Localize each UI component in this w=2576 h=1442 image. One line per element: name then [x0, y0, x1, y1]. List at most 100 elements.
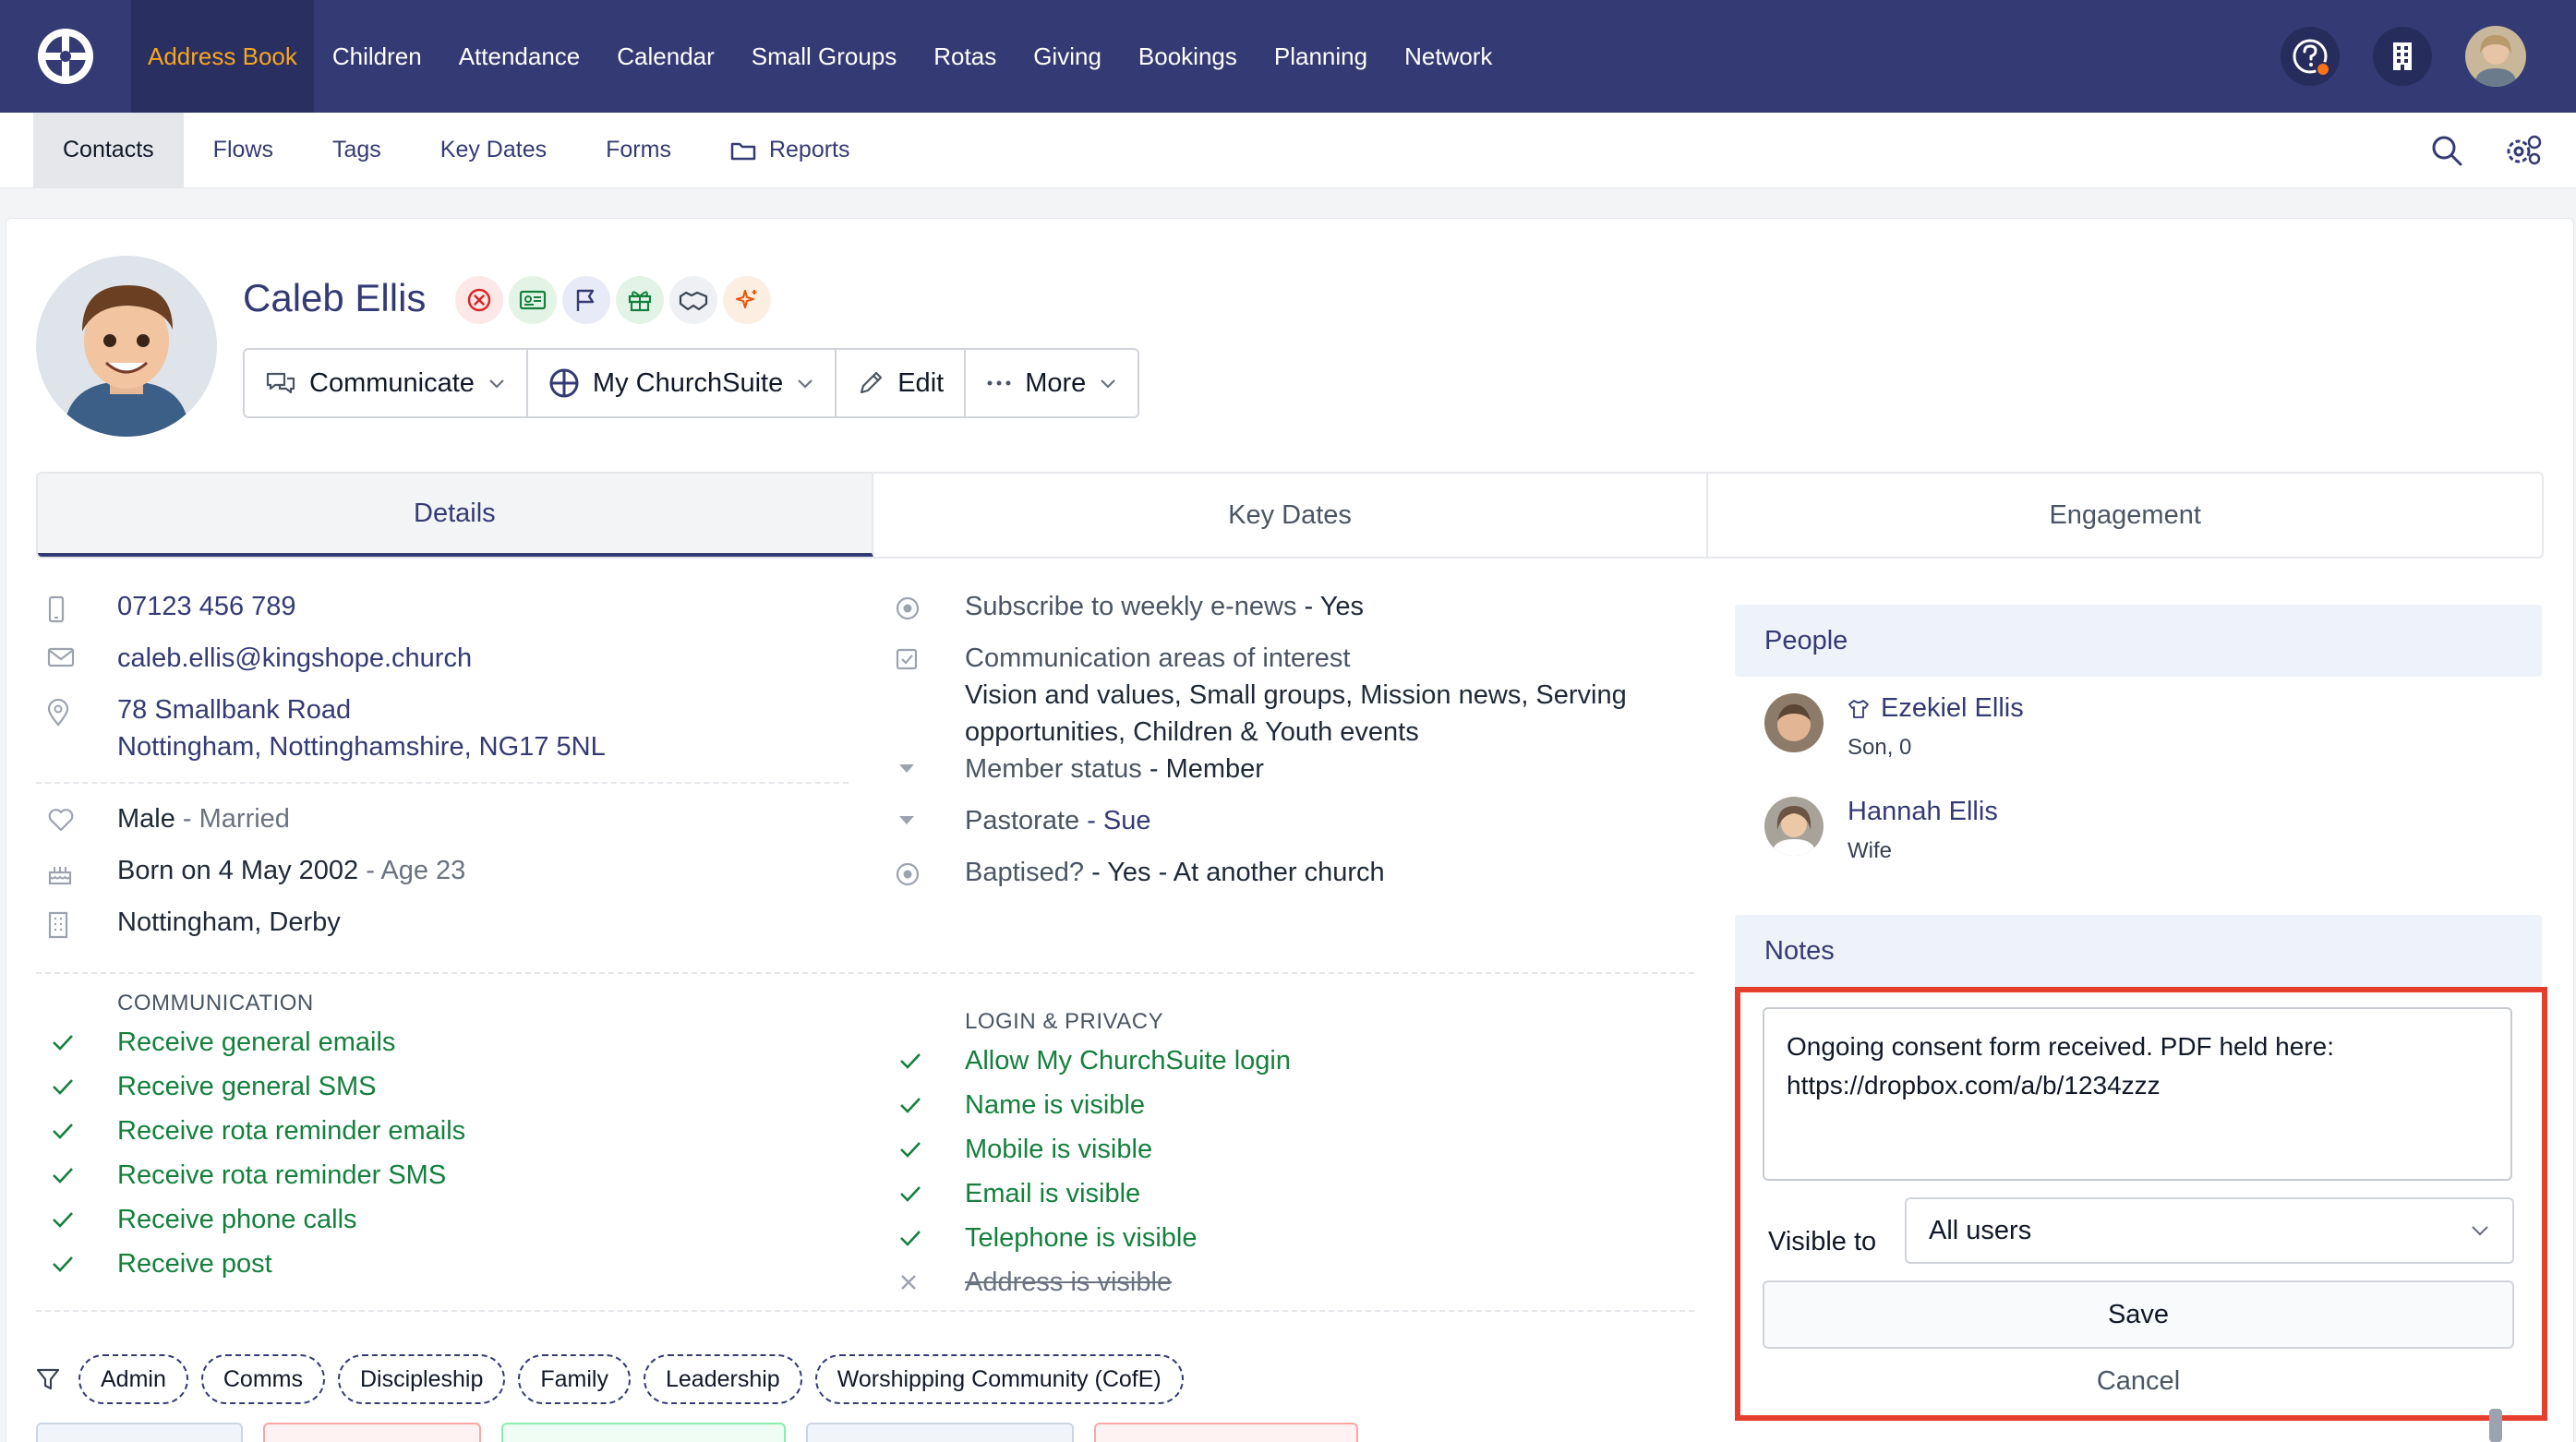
birth-row: Born on 4 May 2002 - Age 23 [36, 852, 849, 904]
divider [36, 782, 849, 784]
notes-textarea[interactable]: Ongoing consent form received. PDF held … [1763, 1007, 2512, 1181]
my-churchsuite-button[interactable]: My ChurchSuite [528, 350, 837, 416]
save-note-button[interactable]: Save [1763, 1280, 2514, 1349]
contact-photo [36, 256, 217, 437]
pastorate-value[interactable]: - Sue [1087, 802, 1150, 839]
radio-icon [884, 854, 965, 887]
nav-children[interactable]: Children [314, 0, 440, 113]
nav-giving[interactable]: Giving [1015, 0, 1120, 113]
tag-chip[interactable]: Admin [78, 1354, 188, 1404]
nav-address-book[interactable]: Address Book [131, 0, 314, 113]
tab-details[interactable]: Details [38, 474, 873, 557]
subnav-reports[interactable]: Reports [701, 113, 880, 188]
privacy-item: Mobile is visible [884, 1127, 1696, 1172]
help-icon[interactable] [2281, 27, 2340, 86]
communication-item: Receive post [36, 1242, 849, 1286]
subnav-flows[interactable]: Flows [184, 113, 303, 188]
privacy-item: Email is visible [884, 1172, 1696, 1216]
cut-off-tag[interactable] [1094, 1423, 1358, 1442]
chat-icon [266, 372, 295, 394]
nav-rotas[interactable]: Rotas [915, 0, 1015, 113]
check-icon [36, 1255, 117, 1273]
pastorate-label: Pastorate [965, 806, 1080, 835]
tag-chip[interactable]: Comms [200, 1354, 325, 1404]
handshake-icon[interactable] [669, 276, 717, 324]
subnav-forms[interactable]: Forms [576, 113, 701, 188]
cut-off-tag[interactable] [263, 1423, 481, 1442]
building-icon[interactable] [2373, 27, 2432, 86]
top-navigation: Address Book Children Attendance Calenda… [0, 0, 2576, 113]
gift-icon[interactable] [616, 276, 664, 324]
communication-item: Receive rota reminder SMS [36, 1153, 849, 1197]
age-value: - Age 23 [366, 856, 466, 885]
privacy-item-disabled: Address is visible [884, 1260, 1696, 1304]
nav-bookings[interactable]: Bookings [1120, 0, 1256, 113]
sparkle-icon[interactable] [723, 276, 771, 324]
address-block[interactable]: 78 Smallbank Road Nottingham, Nottingham… [117, 691, 606, 765]
site-row: Nottingham, Derby [36, 904, 849, 955]
cut-off-tag[interactable] [36, 1423, 243, 1442]
nav-network[interactable]: Network [1386, 0, 1511, 113]
envelope-icon [36, 640, 117, 667]
edit-button[interactable]: Edit [837, 350, 967, 416]
caret-down-icon [884, 802, 965, 828]
privacy-item: Telephone is visible [884, 1216, 1696, 1260]
address-row: 78 Smallbank Road Nottingham, Nottingham… [36, 691, 849, 765]
radio-icon [884, 588, 965, 621]
person-relation: Son, 0 [1848, 735, 1912, 760]
check-icon [884, 1184, 965, 1203]
nav-small-groups[interactable]: Small Groups [733, 0, 916, 113]
tag-chip[interactable]: Family [518, 1354, 631, 1404]
cut-off-tag[interactable] [501, 1423, 786, 1442]
marital-value: - Married [182, 804, 290, 834]
email-link[interactable]: caleb.ellis@kingshope.church [117, 640, 472, 677]
tag-chip[interactable]: Leadership [643, 1354, 802, 1404]
subnav-tags[interactable]: Tags [303, 113, 411, 188]
tag-chip[interactable]: Discipleship [337, 1354, 506, 1404]
interest-label: Communication areas of interest [965, 643, 1351, 673]
cut-off-tag[interactable] [806, 1423, 1074, 1442]
phone-link[interactable]: 07123 456 789 [117, 588, 296, 625]
person-relation: Wife [1848, 838, 1892, 863]
communicate-button[interactable]: Communicate [245, 350, 528, 416]
person-name-link[interactable]: Ezekiel Ellis [1881, 693, 2024, 724]
building-icon [36, 904, 117, 939]
subnav-key-dates[interactable]: Key Dates [411, 113, 576, 188]
tag-chip[interactable]: Worshipping Community (CofE) [814, 1354, 1184, 1404]
nav-calendar[interactable]: Calendar [598, 0, 733, 113]
address-line-2: Nottingham, Nottinghamshire, NG17 5NL [117, 732, 606, 762]
id-card-icon[interactable] [509, 276, 557, 324]
check-icon [36, 1210, 117, 1229]
subnav-reports-label: Reports [768, 137, 850, 162]
settings-gear-icon[interactable] [2504, 133, 2543, 168]
filter-icon[interactable] [36, 1367, 60, 1391]
more-button[interactable]: More [966, 350, 1138, 416]
nav-planning[interactable]: Planning [1256, 0, 1386, 113]
person-name-link[interactable]: Hannah Ellis [1848, 797, 1998, 827]
member-value: - Member [1149, 754, 1264, 784]
visible-to-select[interactable]: All users [1905, 1197, 2514, 1264]
contact-badges [455, 276, 771, 324]
enews-row: Subscribe to weekly e-news - Yes [884, 588, 1696, 640]
user-avatar[interactable] [2465, 26, 2526, 87]
tab-key-dates[interactable]: Key Dates [873, 474, 1709, 557]
nav-attendance[interactable]: Attendance [440, 0, 599, 113]
caret-down-icon [884, 751, 965, 776]
interest-row: Communication areas of interest Vision a… [884, 640, 1696, 751]
notes-heading: Notes [1735, 915, 2542, 987]
inactive-x-icon[interactable] [455, 276, 503, 324]
cancel-note-link[interactable]: Cancel [1763, 1356, 2514, 1406]
check-icon [884, 1096, 965, 1114]
chevron-down-icon [798, 379, 813, 389]
search-icon[interactable] [2430, 134, 2463, 167]
cut-off-flow-tags [36, 1423, 1358, 1442]
tab-engagement[interactable]: Engagement [1708, 474, 2542, 557]
check-icon [36, 1166, 117, 1184]
page-scrollbar[interactable] [2489, 1409, 2502, 1442]
flag-icon[interactable] [562, 276, 610, 324]
email-row: caleb.ellis@kingshope.church [36, 640, 849, 691]
subnav-contacts[interactable]: Contacts [33, 112, 184, 188]
phone-row: 07123 456 789 [36, 588, 849, 640]
check-icon [884, 1140, 965, 1159]
churchsuite-logo-icon[interactable] [0, 0, 131, 113]
